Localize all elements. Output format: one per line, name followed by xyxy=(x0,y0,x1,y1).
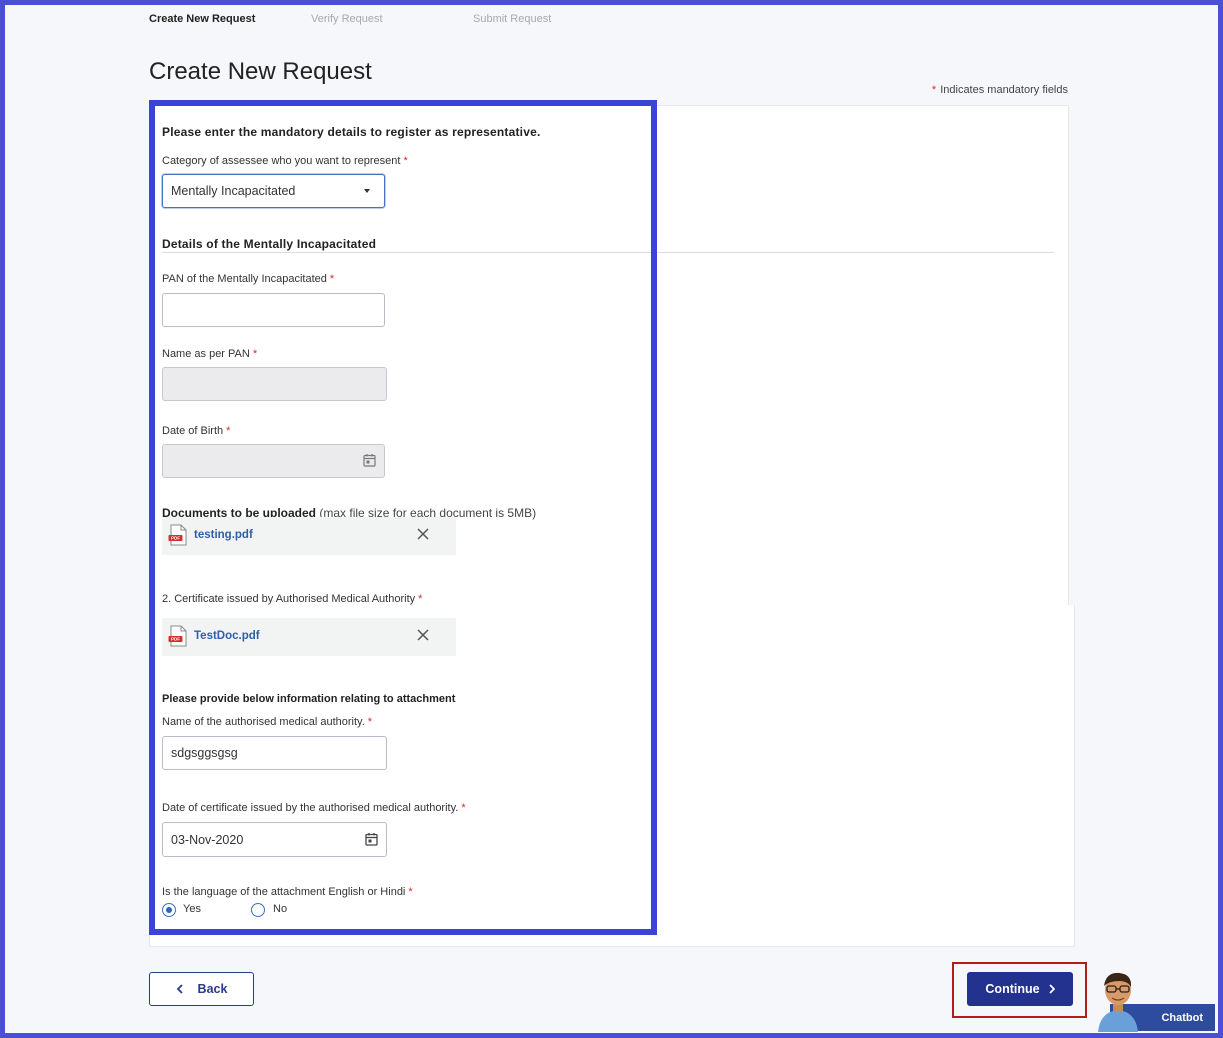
name-as-per-pan-field xyxy=(162,367,387,401)
radio-yes[interactable] xyxy=(162,903,176,917)
pan-input[interactable] xyxy=(162,293,385,327)
chatbot-avatar[interactable] xyxy=(1092,966,1144,1032)
mandatory-note-text: Indicates mandatory fields xyxy=(940,84,1068,96)
cert-date-label: Date of certificate issued by the author… xyxy=(162,802,466,814)
chevron-right-icon xyxy=(1048,984,1055,994)
authority-label: Name of the authorised medical authority… xyxy=(162,716,373,728)
back-button-label: Back xyxy=(197,982,228,996)
name-label: Name as per PAN * xyxy=(162,348,258,360)
back-button[interactable]: Back xyxy=(149,972,254,1006)
radio-no[interactable] xyxy=(251,903,265,917)
authority-name-value: sdgsggsgsg xyxy=(171,746,238,760)
dob-field xyxy=(162,444,385,478)
category-label: Category of assessee who you want to rep… xyxy=(162,155,408,167)
pan-label: PAN of the Mentally Incapacitated * xyxy=(162,273,335,285)
chatbot-label: Chatbot xyxy=(1161,1012,1203,1024)
step-verify-request: Verify Request xyxy=(311,13,383,25)
cert-date-value: 03-Nov-2020 xyxy=(171,832,244,847)
svg-text:PDF: PDF xyxy=(171,637,180,642)
step-create-new-request: Create New Request xyxy=(149,13,256,25)
language-question: Is the language of the attachment Englis… xyxy=(162,886,413,898)
category-selected-value: Mentally Incapacitated xyxy=(171,184,296,198)
chevron-left-icon xyxy=(176,984,183,994)
calendar-icon[interactable] xyxy=(365,832,378,846)
calendar-icon xyxy=(363,454,376,467)
step-submit-request: Submit Request xyxy=(473,13,552,25)
close-icon[interactable] xyxy=(415,627,431,643)
radio-no-label: No xyxy=(273,903,288,915)
certificate-label: 2. Certificate issued by Authorised Medi… xyxy=(162,593,423,605)
file-2-name[interactable]: TestDoc.pdf xyxy=(194,630,260,642)
file-1-name[interactable]: testing.pdf xyxy=(194,529,253,541)
cert-date-input[interactable]: 03-Nov-2020 xyxy=(162,822,387,857)
section-divider xyxy=(162,252,1054,253)
svg-text:PDF: PDF xyxy=(171,536,180,541)
category-select[interactable]: Mentally Incapacitated xyxy=(162,174,385,208)
authority-name-input[interactable]: sdgsggsgsg xyxy=(162,736,387,770)
radio-yes-label: Yes xyxy=(183,903,201,915)
uploaded-file-1: PDF testing.pdf xyxy=(162,517,456,555)
mandatory-fields-note: * Indicates mandatory fields xyxy=(932,84,1068,96)
form-intro: Please enter the mandatory details to re… xyxy=(162,125,541,139)
details-heading: Details of the Mentally Incapacitated xyxy=(162,237,377,251)
continue-button[interactable]: Continue xyxy=(967,972,1073,1006)
pdf-file-icon: PDF xyxy=(168,524,187,546)
chevron-down-icon xyxy=(364,189,370,193)
continue-button-label: Continue xyxy=(985,982,1040,996)
dob-label: Date of Birth * xyxy=(162,425,231,437)
required-marker: * xyxy=(931,84,937,96)
close-icon[interactable] xyxy=(415,526,431,542)
attachment-heading: Please provide below information relatin… xyxy=(162,693,456,705)
page-title: Create New Request xyxy=(149,58,372,85)
pdf-file-icon: PDF xyxy=(168,625,187,647)
uploaded-file-2: PDF TestDoc.pdf xyxy=(162,618,456,656)
